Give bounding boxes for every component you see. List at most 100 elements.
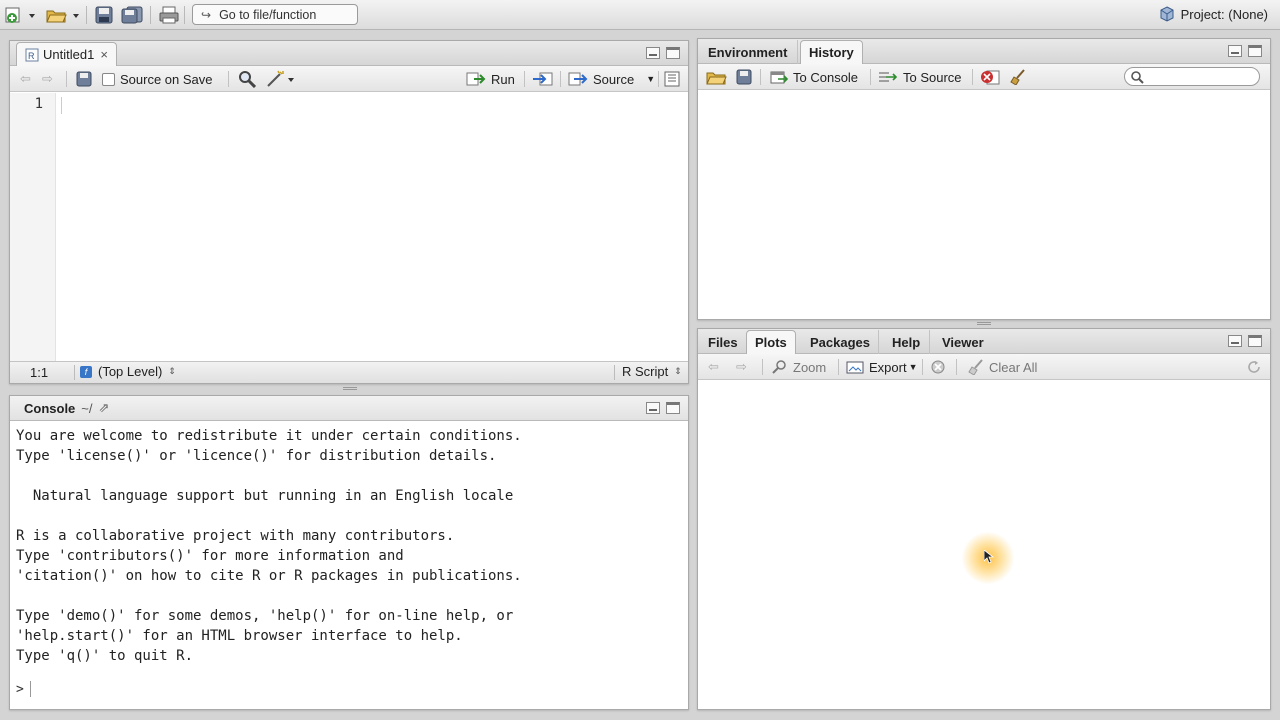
console-line: Type 'license()' or 'licence()' for dist…: [16, 448, 497, 464]
find-replace-button[interactable]: [238, 69, 256, 89]
text-cursor: [29, 681, 31, 697]
goto-file-function-input[interactable]: ↪ Go to file/function: [192, 4, 358, 25]
save-all-button[interactable]: [120, 5, 146, 25]
tab-viewer[interactable]: Viewer: [933, 330, 993, 354]
tab-untitled1-label: Untitled1: [43, 47, 95, 62]
tab-files-label: Files: [708, 334, 738, 350]
remove-entries-button[interactable]: [980, 67, 1002, 87]
maximize-pane-button[interactable]: [1248, 335, 1262, 347]
tab-environment[interactable]: Environment: [698, 40, 799, 64]
to-console-icon: [770, 71, 788, 84]
remove-icon: [981, 70, 1000, 85]
previous-plot-button[interactable]: ⇦: [708, 357, 719, 377]
print-icon: [159, 6, 179, 24]
goto-placeholder: Go to file/function: [219, 7, 317, 22]
minimize-pane-button[interactable]: [646, 402, 660, 414]
goto-arrow-icon: ↪: [201, 7, 212, 22]
tab-help[interactable]: Help: [883, 330, 931, 354]
refresh-plots-button[interactable]: [1246, 357, 1262, 377]
export-button[interactable]: Export ▼: [846, 357, 918, 377]
open-file-button[interactable]: [46, 5, 82, 25]
clear-all-label: Clear All: [989, 359, 1038, 375]
right-splitter-handle[interactable]: [977, 322, 991, 325]
close-tab-icon[interactable]: ×: [100, 47, 108, 62]
forward-arrow-icon: ⇨: [42, 71, 53, 86]
text-cursor: [61, 97, 62, 114]
next-plot-button[interactable]: ⇨: [736, 357, 747, 377]
console-line: 'help.start()' for an HTML browser inter…: [16, 628, 463, 644]
to-console-button[interactable]: To Console: [770, 67, 858, 87]
tab-packages[interactable]: Packages: [802, 330, 879, 354]
console-line: Type 'demo()' for some demos, 'help()' f…: [16, 608, 514, 624]
tab-viewer-label: Viewer: [942, 334, 984, 350]
console-line: You are welcome to redistribute it under…: [16, 428, 522, 444]
vertical-splitter-handle[interactable]: [343, 387, 357, 390]
remove-plot-icon: [931, 360, 945, 374]
to-console-label: To Console: [793, 69, 859, 85]
save-button[interactable]: [94, 5, 114, 25]
scope-selector[interactable]: f (Top Level) ⇕: [80, 364, 176, 379]
tab-packages-label: Packages: [810, 334, 870, 350]
main-toolbar: ↪ Go to file/function Project: (None): [0, 0, 1280, 30]
forward-button[interactable]: ⇨: [42, 69, 53, 89]
print-button[interactable]: [158, 5, 180, 25]
save-icon: [95, 6, 113, 24]
console-line: R is a collaborative project with many c…: [16, 528, 455, 544]
function-icon: f: [80, 365, 92, 378]
clear-all-plots-button[interactable]: Clear All: [968, 357, 1037, 377]
code-tools-button[interactable]: [266, 69, 296, 89]
tab-history[interactable]: History: [800, 40, 863, 64]
zoom-label: Zoom: [793, 359, 827, 375]
source-on-save-checkbox[interactable]: Source on Save: [102, 69, 213, 89]
console-input[interactable]: >: [16, 681, 31, 697]
minimize-pane-button[interactable]: [646, 47, 660, 59]
project-menu[interactable]: Project: (None): [1159, 6, 1268, 22]
history-search-input[interactable]: [1124, 67, 1260, 86]
env-window-buttons: [1228, 45, 1262, 57]
clear-history-button[interactable]: [1010, 67, 1028, 87]
new-file-button[interactable]: [4, 5, 38, 25]
rerun-icon: [533, 72, 553, 86]
tab-files[interactable]: Files: [698, 330, 749, 354]
outline-button[interactable]: [664, 69, 680, 89]
source-button[interactable]: Source ▼: [568, 69, 655, 89]
minimize-pane-button[interactable]: [1228, 335, 1242, 347]
load-history-button[interactable]: [706, 67, 728, 87]
save-history-button[interactable]: [736, 67, 752, 87]
zoom-button[interactable]: Zoom: [772, 357, 826, 377]
env-tabbar: Environment History: [698, 39, 1270, 64]
back-button[interactable]: ⇦: [20, 69, 31, 89]
remove-plot-button[interactable]: [930, 357, 946, 377]
to-source-button[interactable]: To Source: [878, 67, 962, 87]
tab-history-label: History: [809, 45, 854, 60]
maximize-pane-button[interactable]: [666, 47, 680, 59]
rerun-button[interactable]: [532, 69, 554, 89]
maximize-pane-button[interactable]: [666, 402, 680, 414]
open-folder-icon: [46, 10, 79, 23]
source-dropdown-icon[interactable]: ▼: [646, 74, 655, 84]
tab-plots[interactable]: Plots: [746, 330, 796, 354]
source-label: Source: [593, 71, 635, 87]
console-line: Natural language support but running in …: [16, 488, 514, 504]
run-button[interactable]: Run: [466, 69, 515, 89]
forward-arrow-icon: ⇨: [736, 359, 747, 374]
maximize-pane-button[interactable]: [1248, 45, 1262, 57]
code-editor[interactable]: [57, 93, 688, 361]
history-list: [698, 90, 1270, 319]
filetype-selector[interactable]: R Script ⇕: [622, 364, 682, 379]
tab-environment-label: Environment: [708, 44, 788, 60]
export-icon: [846, 361, 864, 374]
environment-history-pane: Environment History To Console To Source: [697, 38, 1271, 320]
save-source-button[interactable]: [76, 69, 92, 89]
console-line: 'citation()' on how to cite R or R packa…: [16, 568, 522, 584]
minimize-pane-button[interactable]: [1228, 45, 1242, 57]
go-to-directory-icon[interactable]: ⇗: [99, 400, 110, 416]
tab-untitled1[interactable]: R Untitled1 ×: [16, 42, 117, 66]
outline-icon: [664, 71, 680, 87]
editor-statusbar: 1:1 f (Top Level) ⇕ R Script ⇕: [10, 361, 688, 383]
console-output: You are welcome to redistribute it under…: [10, 422, 688, 709]
run-label: Run: [491, 71, 515, 87]
